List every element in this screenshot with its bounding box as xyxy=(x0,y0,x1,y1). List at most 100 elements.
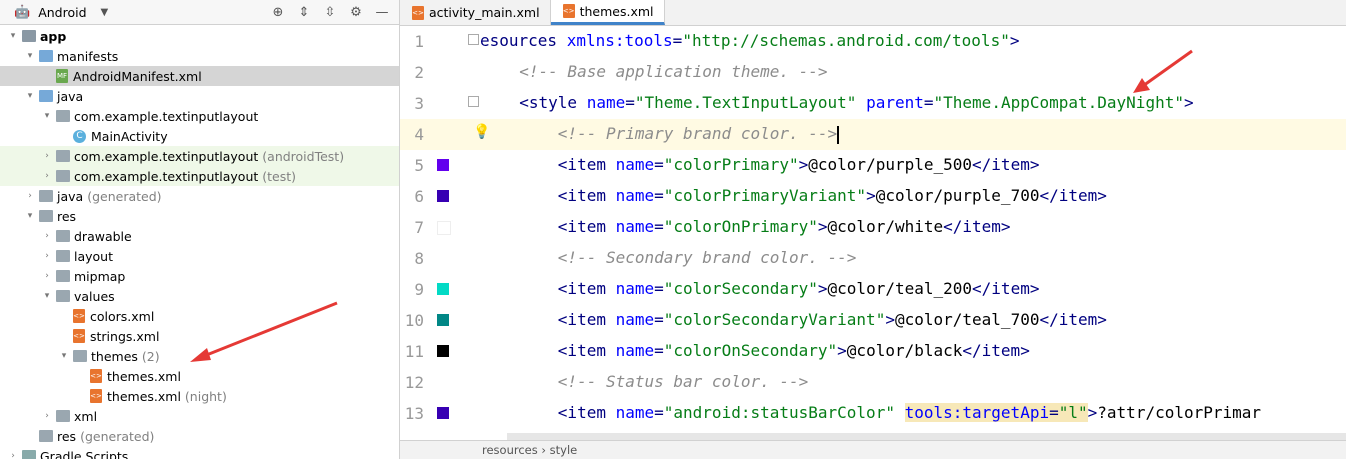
gear-icon[interactable]: ⚙ xyxy=(347,3,365,21)
chevron-right-icon[interactable]: › xyxy=(40,251,54,261)
color-swatch-icon[interactable] xyxy=(437,159,449,171)
tree-item[interactable]: › Gradle Scripts xyxy=(0,446,399,459)
chevron-down-icon[interactable]: ▾ xyxy=(6,31,20,41)
xml-file-icon: <> xyxy=(73,329,85,343)
tree-item[interactable]: ▾ manifests xyxy=(0,46,399,66)
chevron-right-icon[interactable]: › xyxy=(40,171,54,181)
tree-item-label: mipmap xyxy=(74,268,126,284)
fold-icon[interactable] xyxy=(468,96,479,107)
manifest-file-icon: MF xyxy=(56,69,68,83)
collapse-all-icon[interactable]: ⇳ xyxy=(321,3,339,21)
chevron-right-icon[interactable]: › xyxy=(40,271,54,281)
line-number: 10 xyxy=(404,311,424,330)
code-editor[interactable]: 1 esources xmlns:tools="http://schemas.an… xyxy=(400,26,1346,453)
tree-item-suffix: (night) xyxy=(184,388,227,404)
tree-item[interactable]: › com.example.textinputlayout (test) xyxy=(0,166,399,186)
tree-item[interactable]: › com.example.textinputlayout (androidTest… xyxy=(0,146,399,166)
tree-item[interactable]: <> themes.xml (night) xyxy=(0,386,399,406)
editor-tab[interactable]: <> themes.xml xyxy=(550,0,665,25)
editor-tab[interactable]: <> activity_main.xml xyxy=(400,0,551,25)
expand-all-icon[interactable]: ⇕ xyxy=(295,3,313,21)
code-text: <item name="colorPrimary">@color/purple_… xyxy=(557,155,1040,174)
code-line[interactable]: 11 <item name="colorOnSecondary">@color/… xyxy=(400,336,1346,367)
code-line[interactable]: 8 <!-- Secondary brand color. --> xyxy=(400,243,1346,274)
lightbulb-icon[interactable]: 💡 xyxy=(473,124,490,140)
tree-item-label: MainActivity xyxy=(91,128,168,144)
chevron-down-icon[interactable]: ▼ xyxy=(101,7,109,18)
code-line[interactable]: 1 esources xmlns:tools="http://schemas.an… xyxy=(400,26,1346,57)
chevron-down-icon[interactable]: ▾ xyxy=(23,91,37,101)
fold-icon[interactable] xyxy=(468,34,479,45)
tree-item[interactable]: res (generated) xyxy=(0,426,399,446)
chevron-down-icon[interactable]: ▾ xyxy=(57,351,71,361)
tree-item[interactable]: ▾ com.example.textinputlayout xyxy=(0,106,399,126)
line-number: 8 xyxy=(414,249,424,268)
color-swatch-icon[interactable] xyxy=(437,345,449,357)
chevron-right-icon[interactable]: › xyxy=(40,231,54,241)
color-swatch-icon[interactable] xyxy=(437,283,449,295)
code-text: <item name="android:statusBarColor" tool… xyxy=(557,403,1262,422)
chevron-down-icon[interactable]: ▾ xyxy=(40,291,54,301)
chevron-down-icon[interactable]: ▾ xyxy=(40,111,54,121)
code-line[interactable]: 6 <item name="colorPrimaryVariant">@colo… xyxy=(400,181,1346,212)
code-text: <item name="colorOnSecondary">@color/bla… xyxy=(557,341,1030,360)
tree-item-label: java xyxy=(57,188,84,204)
breadcrumb-text[interactable]: resources › style xyxy=(482,443,577,457)
code-line[interactable]: 2 <!-- Base application theme. --> xyxy=(400,57,1346,88)
locate-icon[interactable]: ⊕ xyxy=(269,3,287,21)
folder-icon xyxy=(56,250,70,262)
tree-item[interactable]: › layout xyxy=(0,246,399,266)
tree-item-label: drawable xyxy=(74,228,132,244)
tree-item-suffix: (generated) xyxy=(87,188,162,204)
folder-icon xyxy=(56,170,70,182)
code-line[interactable]: 10 <item name="colorSecondaryVariant">@c… xyxy=(400,305,1346,336)
folder-icon xyxy=(39,430,53,442)
tree-item-suffix: (androidTest) xyxy=(262,148,345,164)
line-number: 12 xyxy=(404,373,424,392)
tree-item[interactable]: › xml xyxy=(0,406,399,426)
tree-item-label: layout xyxy=(74,248,114,264)
chevron-right-icon[interactable]: › xyxy=(40,411,54,421)
chevron-right-icon[interactable]: › xyxy=(6,451,20,459)
code-line[interactable]: 9 <item name="colorSecondary">@color/tea… xyxy=(400,274,1346,305)
line-number: 11 xyxy=(404,342,424,361)
annotation-arrow xyxy=(1133,49,1193,93)
tree-item[interactable]: MF AndroidManifest.xml xyxy=(0,66,399,86)
tree-item[interactable]: › mipmap xyxy=(0,266,399,286)
code-line[interactable]: 5 <item name="colorPrimary">@color/purpl… xyxy=(400,150,1346,181)
chevron-down-icon[interactable]: ▾ xyxy=(23,51,37,61)
color-swatch-icon[interactable] xyxy=(437,190,449,202)
tree-item-label: com.example.textinputlayout xyxy=(74,148,259,164)
tree-item-suffix: (2) xyxy=(141,348,160,364)
code-text: <item name="colorSecondaryVariant">@colo… xyxy=(557,310,1107,329)
xml-file-icon: <> xyxy=(90,369,102,383)
color-swatch-icon[interactable] xyxy=(437,314,449,326)
tree-item[interactable]: C MainActivity xyxy=(0,126,399,146)
color-swatch-icon[interactable] xyxy=(437,407,449,419)
tree-item[interactable]: ▾ app xyxy=(0,26,399,46)
tree-item[interactable]: ▾ res xyxy=(0,206,399,226)
project-toolbar: 🤖 Android ▼ ⊕ ⇕ ⇳ ⚙ — xyxy=(0,0,399,25)
editor-panel: <> activity_main.xml <> themes.xml 1 esource… xyxy=(400,0,1346,459)
code-line[interactable]: 12 <!-- Status bar color. --> xyxy=(400,367,1346,398)
folder-icon xyxy=(56,410,70,422)
color-swatch-icon[interactable] xyxy=(437,221,451,235)
chevron-down-icon[interactable]: ▾ xyxy=(23,211,37,221)
tree-item-label: themes.xml xyxy=(107,388,181,404)
tree-item-label: res xyxy=(57,208,77,224)
tree-item[interactable]: ▾ java xyxy=(0,86,399,106)
minimize-icon[interactable]: — xyxy=(373,3,391,21)
breadcrumb: resources › style xyxy=(400,440,1346,459)
tree-item[interactable]: › drawable xyxy=(0,226,399,246)
tree-item-label: manifests xyxy=(57,48,119,64)
chevron-right-icon[interactable]: › xyxy=(40,151,54,161)
code-text: <!-- Status bar color. --> xyxy=(557,372,809,391)
tree-item[interactable]: <> themes.xml xyxy=(0,366,399,386)
project-view-selector[interactable]: Android xyxy=(38,5,86,20)
code-line[interactable]: 3 <style name="Theme.TextInputLayout" pa… xyxy=(400,88,1346,119)
code-line[interactable]: 4 💡 <!-- Primary brand color. --> xyxy=(400,119,1346,150)
chevron-right-icon[interactable]: › xyxy=(23,191,37,201)
code-line[interactable]: 7 <item name="colorOnPrimary">@color/whi… xyxy=(400,212,1346,243)
tree-item[interactable]: › java (generated) xyxy=(0,186,399,206)
code-line[interactable]: 13 <item name="android:statusBarColor" t… xyxy=(400,398,1346,429)
